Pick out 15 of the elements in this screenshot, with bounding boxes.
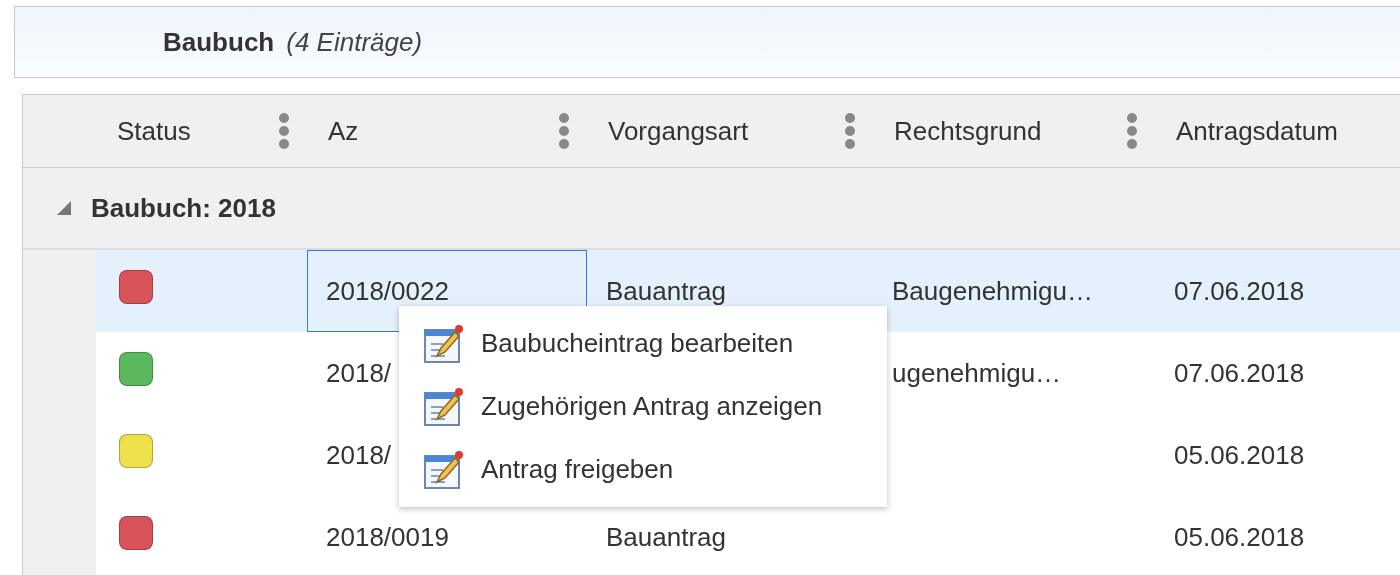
table-cell: 07.06.2018 [1174,275,1305,307]
table-cell: 2018/ [326,357,392,389]
table-cell: Baugenehmigu… [892,275,1093,307]
table-cell: Bauantrag [606,275,726,307]
table-cell: 2018/0019 [326,521,449,553]
table-cell: 2018/0022 [326,275,449,307]
group-label: Baubuch: 2018 [91,192,276,224]
table-cell: 2018/ [326,439,392,471]
entry-count: (4 Einträge) [286,26,423,58]
panel-title: Baubuch [163,26,275,58]
table-cell: Bauantrag [606,521,726,553]
table-cell: ugenehmigu… [892,357,1062,389]
table-cell: 07.06.2018 [1174,357,1305,389]
table-cell: 05.06.2018 [1174,439,1305,471]
table-cell: 05.06.2018 [1174,521,1305,553]
